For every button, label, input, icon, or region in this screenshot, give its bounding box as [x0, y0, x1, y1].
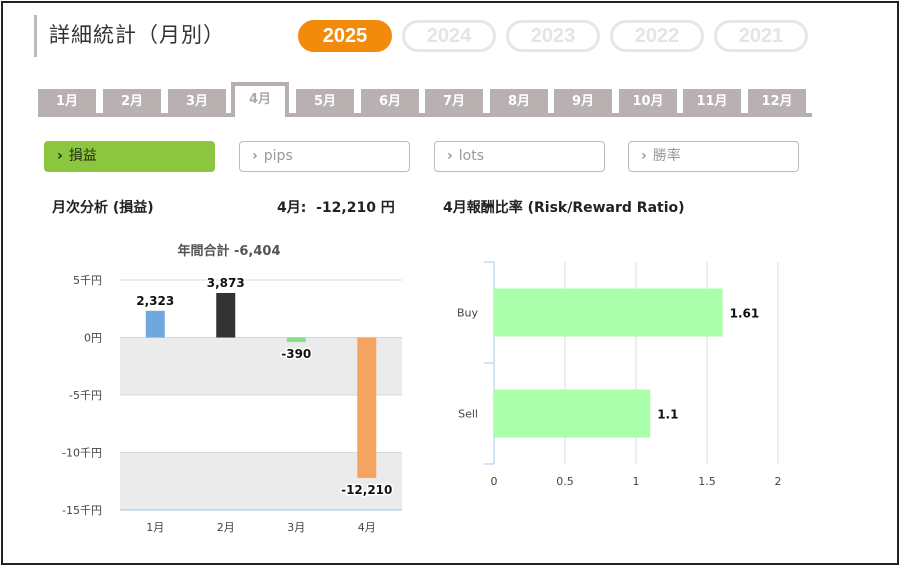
- x-tick-label: 1月: [146, 521, 164, 534]
- month-tab-bar: 1月 2月 3月 4月 5月 6月 7月 8月 9月 10月 11月 12月: [38, 82, 812, 117]
- current-month-summary: 4月: -12,210 円: [277, 197, 395, 217]
- y-tick-label: Sell: [458, 408, 478, 421]
- tab-month-5[interactable]: 5月: [296, 89, 354, 117]
- x-tick-label: 1.5: [698, 475, 716, 488]
- tab-month-1[interactable]: 1月: [38, 89, 96, 117]
- rr-ratio-title: 4月報酬比率 (Risk/Reward Ratio): [443, 200, 685, 216]
- data-label: 1.61: [730, 307, 760, 321]
- y-tick-label: 0円: [84, 332, 102, 345]
- bar-4月: [357, 337, 377, 478]
- year-button-2024[interactable]: 2024: [402, 20, 496, 52]
- tab-month-9[interactable]: 9月: [554, 89, 612, 117]
- tab-month-11[interactable]: 11月: [683, 89, 741, 117]
- metric-button-lots[interactable]: › lots: [434, 141, 605, 172]
- x-tick-label: 2月: [217, 521, 235, 534]
- data-label: -390: [281, 347, 311, 361]
- year-button-2023[interactable]: 2023: [506, 20, 600, 52]
- page-title: 詳細統計（月別）: [49, 23, 225, 47]
- bar-2月: [216, 292, 236, 338]
- data-label: -12,210: [341, 483, 392, 497]
- monthly-analysis-title: 月次分析 (損益): [52, 200, 154, 216]
- chevron-right-icon: ›: [641, 148, 647, 164]
- data-label: 2,323: [136, 294, 174, 308]
- chevron-right-icon: ›: [57, 148, 63, 164]
- y-tick-label: -5千円: [69, 389, 102, 402]
- year-button-2021[interactable]: 2021: [714, 20, 808, 52]
- tab-month-4[interactable]: 4月: [231, 82, 289, 117]
- metric-label: 損益: [68, 148, 97, 164]
- page-title-bar: 詳細統計（月別）: [34, 15, 225, 57]
- metric-label: lots: [458, 148, 485, 164]
- tab-month-7[interactable]: 7月: [425, 89, 483, 117]
- data-label: 1.1: [657, 408, 678, 422]
- x-tick-label: 2: [775, 475, 782, 488]
- x-tick-label: 4月: [358, 521, 376, 534]
- bar-Sell: [494, 389, 651, 438]
- data-label: 3,873: [207, 276, 245, 290]
- x-tick-label: 3月: [287, 521, 305, 534]
- x-tick-label: 1: [633, 475, 640, 488]
- tab-month-12[interactable]: 12月: [748, 89, 806, 117]
- tab-month-6[interactable]: 6月: [361, 89, 419, 117]
- metric-button-winrate[interactable]: › 勝率: [628, 141, 799, 172]
- year-button-2025[interactable]: 2025: [298, 20, 392, 52]
- tab-month-10[interactable]: 10月: [619, 89, 677, 117]
- risk-reward-chart: 0 0.5 1 1.5 2 1.61 Buy 1.1 Sell: [457, 261, 782, 488]
- metric-button-profit[interactable]: › 損益: [44, 141, 215, 172]
- monthly-profit-chart: 5千円 0円 -5千円 -10千円 -15千円 年間合計 -6,404 2,323 1月 3,8…: [62, 243, 402, 534]
- tab-month-2[interactable]: 2月: [103, 89, 161, 117]
- y-tick-label: 5千円: [73, 274, 102, 287]
- y-tick-label: -15千円: [62, 504, 102, 517]
- bar-Buy: [494, 288, 723, 337]
- current-month-value: -12,210 円: [316, 200, 395, 216]
- tab-month-3[interactable]: 3月: [168, 89, 226, 117]
- metric-label: 勝率: [652, 148, 681, 164]
- metric-label: pips: [263, 148, 293, 164]
- year-button-2022[interactable]: 2022: [610, 20, 704, 52]
- current-month-label: 4月:: [277, 200, 307, 216]
- year-selector: 2025 2024 2023 2022 2021: [298, 20, 808, 52]
- y-tick-label: -10千円: [62, 447, 102, 460]
- x-tick-label: 0.5: [556, 475, 574, 488]
- bar-3月: [286, 337, 306, 342]
- y-tick-label: Buy: [457, 307, 479, 320]
- chevron-right-icon: ›: [447, 148, 453, 164]
- tab-month-8[interactable]: 8月: [490, 89, 548, 117]
- chevron-right-icon: ›: [252, 148, 258, 164]
- x-tick-label: 0: [491, 475, 498, 488]
- metric-button-pips[interactable]: › pips: [239, 141, 410, 172]
- bar-1月: [145, 310, 165, 338]
- chart-title: 年間合計 -6,404: [177, 243, 280, 259]
